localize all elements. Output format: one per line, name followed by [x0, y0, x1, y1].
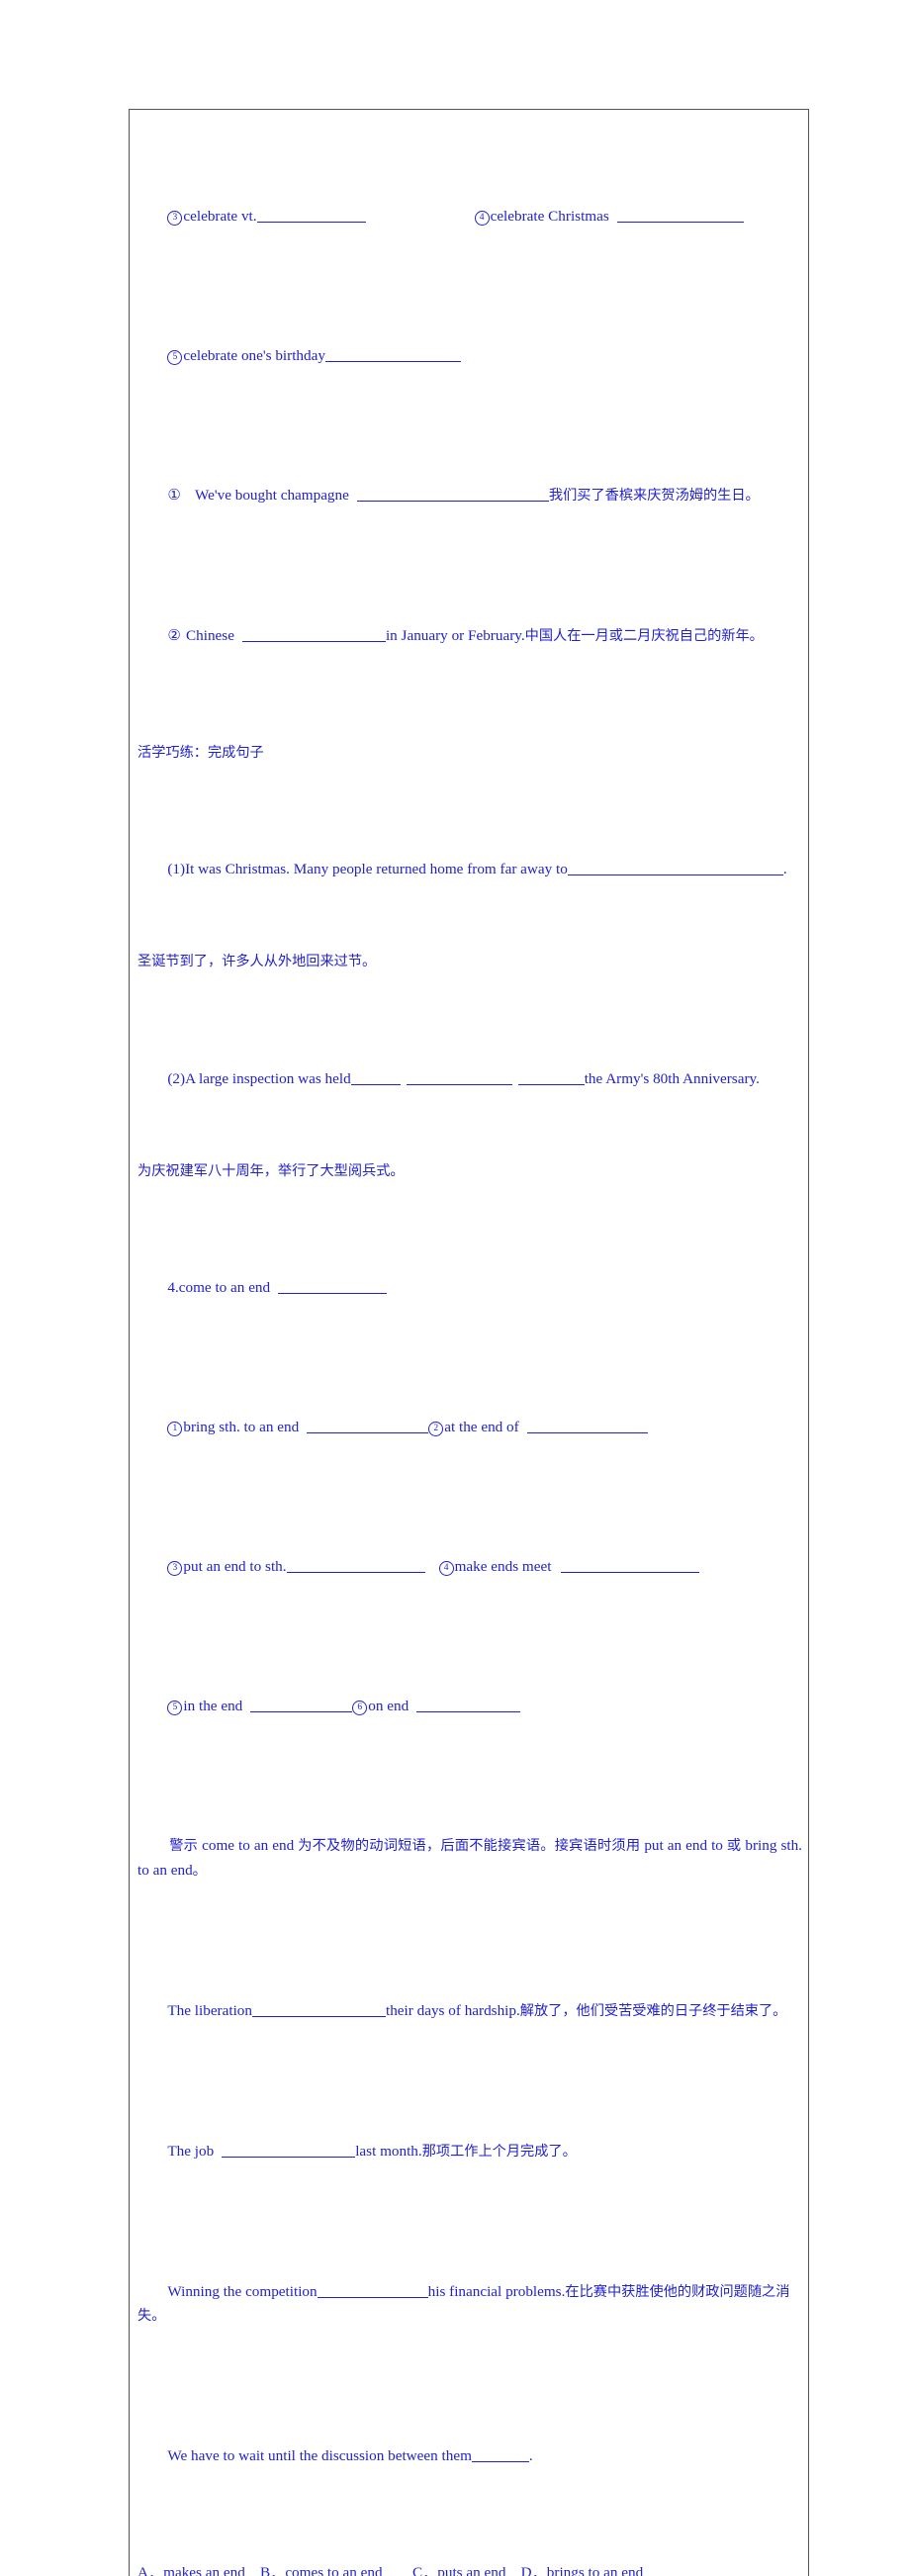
celebrate-vt-label: celebrate vt.: [183, 208, 256, 225]
blank-end-title[interactable]: [278, 1279, 387, 1294]
end-sentence-4: We have to wait until the discussion bet…: [137, 2422, 802, 2492]
blank-s1[interactable]: [252, 2002, 386, 2017]
practice-heading: 活学巧练：完成句子: [137, 742, 802, 766]
worksheet-frame: 3celebrate vt.4celebrate Christmas 5cele…: [129, 109, 809, 2576]
example-1-translation: 我们买了香槟来庆贺汤姆的生日。: [549, 488, 760, 504]
blank-end-1[interactable]: [307, 1419, 428, 1433]
blank-3[interactable]: [257, 208, 366, 223]
item-number-3b: 3: [167, 1561, 182, 1576]
celebrate-christmas-label: celebrate Christmas: [491, 208, 609, 225]
end-s4-options[interactable]: A．makes an end B．comes to an end C．puts …: [137, 2561, 802, 2576]
blank-ex-2[interactable]: [242, 627, 386, 642]
end-s1-translation: 解放了，他们受苦受难的日子终于结束了。: [520, 2003, 787, 2019]
item-number-4: 4: [475, 211, 490, 226]
blank-4[interactable]: [617, 208, 744, 223]
warning-note: 警示 come to an end 为不及物的动词短语，后面不能接宾语。接宾语时…: [137, 1811, 802, 1906]
end-item-5-label: in the end: [183, 1698, 242, 1714]
end-items-row-3: 5in the end 6on end: [137, 1672, 802, 1742]
celebrate-birthday-label: celebrate one's birthday: [183, 347, 325, 364]
end-item-1-label: bring sth. to an end: [183, 1419, 299, 1435]
blank-5[interactable]: [325, 347, 461, 362]
item-number-5b: 5: [167, 1701, 182, 1715]
celebrate-line-5: 5celebrate one's birthday: [137, 322, 802, 392]
end-s3-tail: his financial problems.: [428, 2283, 566, 2300]
example-2-tail: in January or February.: [386, 627, 525, 644]
end-s3-head: Winning the competition: [167, 2283, 317, 2300]
blank-end-5[interactable]: [250, 1698, 352, 1712]
practice-question-1: (1)It was Christmas. Many people returne…: [137, 835, 802, 905]
example-2-translation: 中国人在一月或二月庆祝自己的新年。: [525, 628, 764, 644]
blank-q2-a[interactable]: [351, 1070, 401, 1085]
item-number-3: 3: [167, 211, 182, 226]
item-number-6b: 6: [352, 1701, 367, 1715]
document-page: 3celebrate vt. 4celebrate Christmas 5cele…: [0, 0, 910, 1288]
celebrate-line-3-4: 3celebrate vt. 4celebrate Christmas: [137, 182, 802, 252]
example-2-text: Chinese: [186, 627, 234, 644]
end-items-row-2: 3put an end to sth. 4make ends meet: [137, 1532, 802, 1603]
end-s2-head: The job: [167, 2143, 214, 2160]
celebrate-example-2: ② Chinese in January or February.中国人在一月或二月…: [137, 601, 802, 673]
end-sentence-3: Winning the competition his financial pro…: [137, 2256, 802, 2351]
warning-cn-3: 。: [193, 1863, 207, 1879]
end-s4-text: We have to wait until the discussion bet…: [167, 2447, 472, 2464]
practice-q1-tail: .: [783, 861, 787, 877]
item-number-4b: 4: [439, 1561, 454, 1576]
warning-cn-2: 或: [727, 1838, 741, 1854]
end-s1-head: The liberation: [167, 2002, 252, 2019]
blank-ex-1[interactable]: [357, 487, 549, 502]
end-items-row-1: 1bring sth. to an end 2at the end of: [137, 1393, 802, 1463]
vocabulary-section: 3celebrate vt.4celebrate Christmas 5cele…: [130, 110, 808, 2576]
item-number-1: 1: [167, 1422, 182, 1436]
warning-phrase-1: come to an end: [202, 1837, 294, 1854]
practice-q1-text: (1)It was Christmas. Many people returne…: [167, 861, 567, 877]
end-sentence-1: The liberation their days of hardship.解放了…: [137, 1976, 802, 2047]
blank-end-4[interactable]: [561, 1558, 699, 1573]
end-s2-tail: last month.: [355, 2143, 422, 2160]
celebrate-example-1: ① We've bought champagne 我们买了香槟来庆贺汤姆的生日。: [137, 461, 802, 532]
warning-cn-1: 为不及物的动词短语，后面不能接宾语。接宾语时须用: [298, 1838, 640, 1854]
practice-q2-text: (2)A large inspection was held: [167, 1070, 350, 1087]
example-1-number: ①: [167, 487, 181, 504]
practice-question-2: (2)A large inspection was held the Army's…: [137, 1044, 802, 1114]
blank-end-6[interactable]: [416, 1698, 520, 1712]
end-item-4-label: make ends meet: [455, 1558, 552, 1575]
example-2-number: ②: [167, 627, 181, 644]
end-item-2-label: at the end of: [444, 1419, 519, 1435]
practice-q2-tail: the Army's 80th Anniversary.: [585, 1070, 760, 1087]
blank-q2-c[interactable]: [518, 1070, 585, 1085]
blank-q2-b[interactable]: [407, 1070, 512, 1085]
warning-label: 警示: [169, 1838, 198, 1854]
end-item-3-label: put an end to sth.: [183, 1558, 286, 1575]
blank-q1[interactable]: [568, 861, 783, 875]
blank-end-3[interactable]: [287, 1558, 425, 1573]
blank-s2[interactable]: [222, 2143, 355, 2158]
end-item-6-label: on end: [368, 1698, 409, 1714]
end-s1-tail: their days of hardship.: [386, 2002, 520, 2019]
blank-end-2[interactable]: [527, 1419, 648, 1433]
end-s2-translation: 那项工作上个月完成了。: [422, 2144, 577, 2160]
end-sentence-2: The job last month.那项工作上个月完成了。: [137, 2116, 802, 2187]
item-number-2: 2: [428, 1422, 443, 1436]
practice-q2-translation: 为庆祝建军八十周年，举行了大型阅兵式。: [137, 1160, 802, 1184]
example-1-text: We've bought champagne: [195, 487, 349, 504]
end-s4-tail: .: [529, 2447, 533, 2464]
warning-phrase-2: put an end to: [644, 1837, 723, 1854]
blank-s4[interactable]: [472, 2447, 529, 2462]
practice-q1-translation: 圣诞节到了，许多人从外地回来过节。: [137, 951, 802, 974]
item-number-5: 5: [167, 350, 182, 365]
blank-s3[interactable]: [318, 2283, 428, 2298]
